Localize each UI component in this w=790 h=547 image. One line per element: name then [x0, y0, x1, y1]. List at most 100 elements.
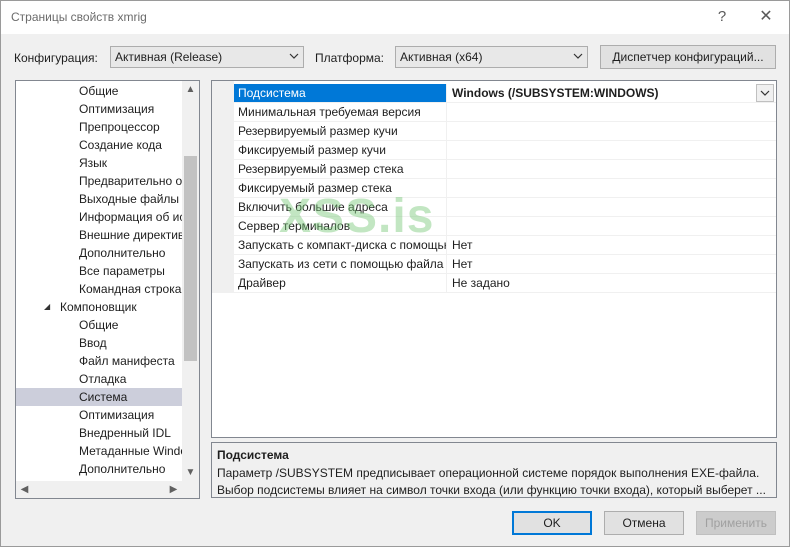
chevron-down-icon: [573, 53, 583, 59]
tree-item-label: Все параметры: [79, 264, 165, 278]
description-title: Подсистема: [217, 448, 289, 462]
description-line-1: Параметр /SUBSYSTEM предписывает операци…: [217, 466, 760, 480]
tree-item[interactable]: Язык: [16, 154, 182, 172]
property-value[interactable]: [448, 179, 774, 197]
tree-vertical-scrollbar[interactable]: ▲ ▼: [182, 81, 199, 481]
description-line-2: Выбор подсистемы влияет на символ точки …: [217, 483, 766, 497]
tree-item-label: Внедренный IDL: [79, 426, 171, 440]
tree-horizontal-scrollbar[interactable]: ◀ ▶: [16, 481, 182, 498]
property-row[interactable]: Подсистема Windows (/SUBSYSTEM:WINDOWS): [234, 84, 776, 103]
tree-item-label: Общие: [79, 318, 119, 332]
tree-item-label: Метаданные Windows: [79, 444, 182, 458]
tree-item-label: Оптимизация: [79, 408, 155, 422]
property-row[interactable]: Драйвер Не задано: [234, 274, 776, 293]
value-dropdown-button[interactable]: [756, 84, 774, 102]
scroll-down-icon[interactable]: ▼: [182, 464, 199, 481]
tree-item[interactable]: Оптимизация: [16, 100, 182, 118]
apply-button[interactable]: Применить: [696, 511, 776, 535]
tree-item[interactable]: ◢ Компоновщик: [16, 298, 182, 316]
watermark: XSS.is: [279, 190, 435, 243]
configuration-manager-button[interactable]: Диспетчер конфигураций...: [600, 45, 776, 69]
tree-item[interactable]: Создание кода: [16, 136, 182, 154]
scroll-thumb[interactable]: [184, 156, 197, 361]
property-name: Резервируемый размер кучи: [234, 122, 447, 140]
tree-item-label: Командная строка: [79, 282, 182, 296]
tree-item[interactable]: Ввод: [16, 334, 182, 352]
property-name: Драйвер: [234, 274, 447, 292]
tree-item[interactable]: Отладка: [16, 370, 182, 388]
property-row[interactable]: Резервируемый размер стека: [234, 160, 776, 179]
tree-item-label: Система: [79, 390, 128, 404]
property-name: Фиксируемый размер кучи: [234, 141, 447, 159]
ok-button[interactable]: OK: [512, 511, 592, 535]
tree-item[interactable]: Внедренный IDL: [16, 424, 182, 442]
property-name: Резервируемый размер стека: [234, 160, 447, 178]
property-value[interactable]: Не задано: [448, 274, 774, 292]
tree-item[interactable]: Оптимизация: [16, 406, 182, 424]
property-value[interactable]: [448, 198, 774, 216]
tree-item-label: Предварительно откомпилированные заголов…: [79, 174, 182, 188]
settings-tree[interactable]: Общие Оптимизация Препроцессор Создание код…: [15, 80, 200, 499]
property-row[interactable]: Минимальная требуемая версия: [234, 103, 776, 122]
property-value[interactable]: [448, 141, 774, 159]
configuration-label: Конфигурация:: [14, 51, 98, 65]
property-name: Минимальная требуемая версия: [234, 103, 447, 121]
property-row[interactable]: Резервируемый размер кучи: [234, 122, 776, 141]
scroll-left-icon[interactable]: ◀: [16, 481, 33, 498]
tree-item-label: Дополнительно: [79, 462, 166, 476]
property-value[interactable]: [448, 217, 774, 235]
cancel-button[interactable]: Отмена: [604, 511, 684, 535]
close-button[interactable]: ✕: [753, 5, 779, 29]
title-bar: Страницы свойств xmrig ? ✕: [1, 1, 789, 34]
property-name: Запускать из сети с помощью файла подкач…: [234, 255, 447, 273]
scroll-up-icon[interactable]: ▲: [182, 81, 199, 98]
scroll-right-icon[interactable]: ▶: [165, 481, 182, 498]
chevron-down-icon: [760, 90, 770, 96]
property-grid[interactable]: Подсистема Windows (/SUBSYSTEM:WINDOWS) Ми…: [211, 80, 777, 438]
tree-item-label: Препроцессор: [79, 120, 160, 134]
tree-item-label: Создание кода: [79, 138, 162, 152]
help-button[interactable]: ?: [709, 5, 735, 29]
tree-item[interactable]: Дополнительно: [16, 244, 182, 262]
tree-item[interactable]: Внешние директивы включения: [16, 226, 182, 244]
tree-item-label: Общие: [79, 84, 119, 98]
tree-item[interactable]: Общие: [16, 82, 182, 100]
platform-label: Платформа:: [315, 51, 385, 65]
chevron-down-icon: [289, 53, 299, 59]
tree-item[interactable]: Информация об исходном файле: [16, 208, 182, 226]
property-name: Подсистема: [234, 84, 447, 102]
scrollbar-corner: [182, 481, 199, 498]
configuration-value: Активная (Release): [115, 50, 223, 64]
tree-item[interactable]: Дополнительно: [16, 460, 182, 478]
property-value[interactable]: [448, 122, 774, 140]
tree-item[interactable]: Файл манифеста: [16, 352, 182, 370]
description-panel: Подсистема Параметр /SUBSYSTEM предписыв…: [211, 442, 777, 498]
tree-item-label: Отладка: [79, 372, 127, 386]
grid-gutter: [212, 81, 234, 293]
platform-value: Активная (x64): [400, 50, 483, 64]
property-row[interactable]: Фиксируемый размер кучи: [234, 141, 776, 160]
expand-arrow-icon[interactable]: ◢: [44, 298, 50, 316]
tree-item-label: Оптимизация: [79, 102, 155, 116]
tree-item[interactable]: Предварительно откомпилированные заголов…: [16, 172, 182, 190]
property-value[interactable]: Нет: [448, 255, 774, 273]
tree-item[interactable]: Метаданные Windows: [16, 442, 182, 460]
tree-item[interactable]: Командная строка: [16, 280, 182, 298]
tree-item[interactable]: Все параметры: [16, 262, 182, 280]
tree-item[interactable]: Система: [16, 388, 182, 406]
window-title: Страницы свойств xmrig: [11, 10, 147, 24]
property-value[interactable]: [448, 103, 774, 121]
tree-item[interactable]: Препроцессор: [16, 118, 182, 136]
platform-dropdown[interactable]: Активная (x64): [395, 46, 588, 68]
tree-item-label: Дополнительно: [79, 246, 166, 260]
tree-item[interactable]: Выходные файлы: [16, 190, 182, 208]
property-value[interactable]: Windows (/SUBSYSTEM:WINDOWS): [448, 84, 774, 102]
tree-item-label: Внешние директивы включения: [79, 228, 182, 242]
tree-item-label: Выходные файлы: [79, 192, 180, 206]
configuration-dropdown[interactable]: Активная (Release): [110, 46, 304, 68]
tree-item[interactable]: Общие: [16, 316, 182, 334]
property-value[interactable]: [448, 160, 774, 178]
property-row[interactable]: Запускать из сети с помощью файла подкач…: [234, 255, 776, 274]
property-value[interactable]: Нет: [448, 236, 774, 254]
tree-item-label: Файл манифеста: [79, 354, 175, 368]
